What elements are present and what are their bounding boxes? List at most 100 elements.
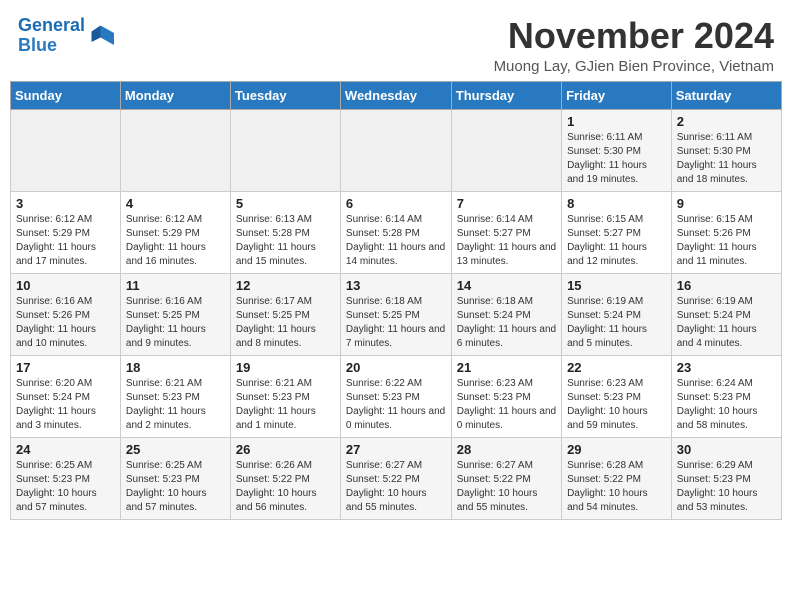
day-number: 4 (126, 196, 225, 211)
weekday-header-sunday: Sunday (11, 81, 121, 109)
day-info: Sunrise: 6:27 AMSunset: 5:22 PMDaylight:… (457, 459, 556, 515)
weekday-header-saturday: Saturday (671, 81, 781, 109)
calendar-cell: 3 Sunrise: 6:12 AMSunset: 5:29 PMDaylight… (11, 191, 121, 273)
day-info: Sunrise: 6:21 AMSunset: 5:23 PMDaylight:… (236, 377, 335, 433)
day-number: 28 (457, 442, 556, 457)
day-number: 17 (16, 360, 115, 375)
logo: GeneralBlue (18, 16, 117, 56)
day-number: 15 (567, 278, 666, 293)
calendar-week-4: 17 Sunrise: 6:20 AMSunset: 5:24 PMDayligh… (11, 355, 782, 437)
day-number: 1 (567, 114, 666, 129)
day-info: Sunrise: 6:25 AMSunset: 5:23 PMDaylight:… (16, 459, 115, 515)
day-number: 24 (16, 442, 115, 457)
calendar-week-2: 3 Sunrise: 6:12 AMSunset: 5:29 PMDaylight… (11, 191, 782, 273)
day-info: Sunrise: 6:28 AMSunset: 5:22 PMDaylight:… (567, 459, 666, 515)
calendar-cell: 1Sunrise: 6:11 AMSunset: 5:30 PMDaylight… (562, 109, 672, 191)
day-info: Sunrise: 6:16 AMSunset: 5:25 PMDaylight:… (126, 295, 225, 351)
day-number: 18 (126, 360, 225, 375)
day-info: Sunrise: 6:18 AMSunset: 5:25 PMDaylight:… (346, 295, 446, 351)
calendar-cell: 8 Sunrise: 6:15 AMSunset: 5:27 PMDaylight… (562, 191, 672, 273)
calendar-header-row: SundayMondayTuesdayWednesdayThursdayFrid… (11, 81, 782, 109)
calendar-cell: 18 Sunrise: 6:21 AMSunset: 5:23 PMDayligh… (120, 355, 230, 437)
weekday-header-tuesday: Tuesday (230, 81, 340, 109)
day-info: Sunrise: 6:18 AMSunset: 5:24 PMDaylight:… (457, 295, 556, 351)
calendar-week-1: 1 Sunrise: 6:11 AMSunset: 5:30 PMDaylight… (11, 109, 782, 191)
day-number: 6 (346, 196, 446, 211)
day-info: Sunrise: 6:21 AMSunset: 5:23 PMDaylight:… (126, 377, 225, 433)
day-info: Sunrise: 6:19 AMSunset: 5:24 PMDaylight:… (567, 295, 666, 351)
day-number: 29 (567, 442, 666, 457)
day-number: 27 (346, 442, 446, 457)
calendar-cell (230, 109, 340, 191)
calendar-cell: 15 Sunrise: 6:19 AMSunset: 5:24 PMDayligh… (562, 273, 672, 355)
calendar-cell (451, 109, 561, 191)
calendar-cell: 19 Sunrise: 6:21 AMSunset: 5:23 PMDayligh… (230, 355, 340, 437)
calendar-cell: 11 Sunrise: 6:16 AMSunset: 5:25 PMDayligh… (120, 273, 230, 355)
calendar-cell: 29 Sunrise: 6:28 AMSunset: 5:22 PMDayligh… (562, 437, 672, 519)
calendar-cell: 13Sunrise: 6:18 AMSunset: 5:25 PMDayligh… (340, 273, 451, 355)
day-number: 7 (457, 196, 556, 211)
title-block: November 2024 Muong Lay, GJien Bien Prov… (494, 16, 774, 75)
day-info: Sunrise: 6:12 AMSunset: 5:29 PMDaylight:… (126, 213, 225, 269)
page-header: GeneralBlue November 2024 Muong Lay, GJi… (10, 10, 782, 75)
location-subtitle: Muong Lay, GJien Bien Province, Vietnam (494, 58, 774, 75)
day-number: 3 (16, 196, 115, 211)
day-number: 20 (346, 360, 446, 375)
calendar-cell: 4 Sunrise: 6:12 AMSunset: 5:29 PMDaylight… (120, 191, 230, 273)
logo-text: GeneralBlue (18, 16, 85, 56)
day-number: 19 (236, 360, 335, 375)
day-number: 21 (457, 360, 556, 375)
calendar-cell: 14Sunrise: 6:18 AMSunset: 5:24 PMDayligh… (451, 273, 561, 355)
day-info: Sunrise: 6:17 AMSunset: 5:25 PMDaylight:… (236, 295, 335, 351)
calendar-cell (340, 109, 451, 191)
day-info: Sunrise: 6:19 AMSunset: 5:24 PMDaylight:… (677, 295, 776, 351)
calendar-table: SundayMondayTuesdayWednesdayThursdayFrid… (10, 81, 782, 520)
day-number: 8 (567, 196, 666, 211)
day-number: 10 (16, 278, 115, 293)
day-number: 5 (236, 196, 335, 211)
calendar-cell: 28 Sunrise: 6:27 AMSunset: 5:22 PMDayligh… (451, 437, 561, 519)
day-info: Sunrise: 6:16 AMSunset: 5:26 PMDaylight:… (16, 295, 115, 351)
calendar-cell: 6 Sunrise: 6:14 AMSunset: 5:28 PMDaylight… (340, 191, 451, 273)
calendar-cell: 10 Sunrise: 6:16 AMSunset: 5:26 PMDayligh… (11, 273, 121, 355)
day-info: Sunrise: 6:29 AMSunset: 5:23 PMDaylight:… (677, 459, 776, 515)
day-number: 2 (677, 114, 776, 129)
calendar-cell: 25 Sunrise: 6:25 AMSunset: 5:23 PMDayligh… (120, 437, 230, 519)
calendar-cell: 24 Sunrise: 6:25 AMSunset: 5:23 PMDayligh… (11, 437, 121, 519)
calendar-cell: 26 Sunrise: 6:26 AMSunset: 5:22 PMDayligh… (230, 437, 340, 519)
day-number: 30 (677, 442, 776, 457)
calendar-cell: 17 Sunrise: 6:20 AMSunset: 5:24 PMDayligh… (11, 355, 121, 437)
day-info: Sunrise: 6:25 AMSunset: 5:23 PMDaylight:… (126, 459, 225, 515)
day-number: 26 (236, 442, 335, 457)
calendar-cell: 5Sunrise: 6:13 AMSunset: 5:28 PMDaylight… (230, 191, 340, 273)
day-number: 16 (677, 278, 776, 293)
day-info: Sunrise: 6:14 AMSunset: 5:27 PMDaylight:… (457, 213, 556, 269)
calendar-week-5: 24 Sunrise: 6:25 AMSunset: 5:23 PMDayligh… (11, 437, 782, 519)
day-info: Sunrise: 6:23 AMSunset: 5:23 PMDaylight:… (457, 377, 556, 433)
day-info: Sunrise: 6:23 AMSunset: 5:23 PMDaylight:… (567, 377, 666, 433)
calendar-cell: 22Sunrise: 6:23 AMSunset: 5:23 PMDayligh… (562, 355, 672, 437)
day-info: Sunrise: 6:14 AMSunset: 5:28 PMDaylight:… (346, 213, 446, 269)
day-info: Sunrise: 6:11 AMSunset: 5:30 PMDaylight:… (677, 131, 776, 187)
day-info: Sunrise: 6:15 AMSunset: 5:27 PMDaylight:… (567, 213, 666, 269)
calendar-cell: 27 Sunrise: 6:27 AMSunset: 5:22 PMDayligh… (340, 437, 451, 519)
calendar-cell: 23 Sunrise: 6:24 AMSunset: 5:23 PMDayligh… (671, 355, 781, 437)
weekday-header-monday: Monday (120, 81, 230, 109)
day-number: 12 (236, 278, 335, 293)
calendar-cell: 16 Sunrise: 6:19 AMSunset: 5:24 PMDayligh… (671, 273, 781, 355)
calendar-cell (120, 109, 230, 191)
day-info: Sunrise: 6:26 AMSunset: 5:22 PMDaylight:… (236, 459, 335, 515)
logo-icon (87, 21, 117, 51)
month-title: November 2024 (494, 16, 774, 56)
calendar-cell: 21 Sunrise: 6:23 AMSunset: 5:23 PMDayligh… (451, 355, 561, 437)
day-number: 23 (677, 360, 776, 375)
day-info: Sunrise: 6:12 AMSunset: 5:29 PMDaylight:… (16, 213, 115, 269)
day-info: Sunrise: 6:24 AMSunset: 5:23 PMDaylight:… (677, 377, 776, 433)
day-info: Sunrise: 6:15 AMSunset: 5:26 PMDaylight:… (677, 213, 776, 269)
day-info: Sunrise: 6:20 AMSunset: 5:24 PMDaylight:… (16, 377, 115, 433)
day-number: 11 (126, 278, 225, 293)
weekday-header-thursday: Thursday (451, 81, 561, 109)
day-info: Sunrise: 6:27 AMSunset: 5:22 PMDaylight:… (346, 459, 446, 515)
day-number: 25 (126, 442, 225, 457)
weekday-header-friday: Friday (562, 81, 672, 109)
